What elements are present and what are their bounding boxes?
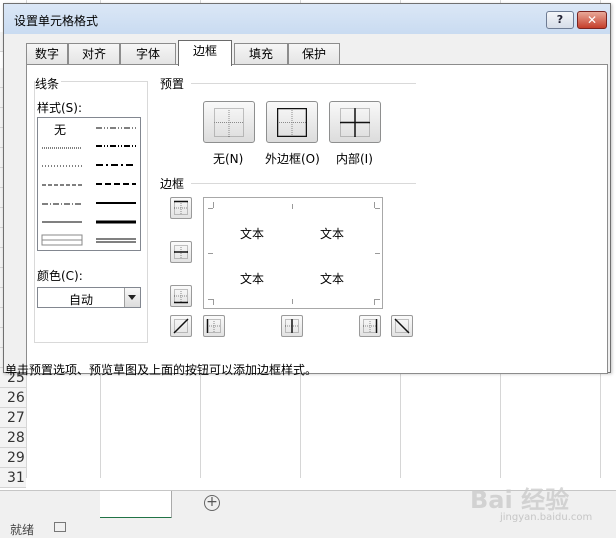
line-group-title: 线条	[35, 75, 62, 92]
preview-corner	[375, 208, 380, 209]
help-button[interactable]: ?	[546, 11, 574, 29]
preset-inside-button[interactable]	[329, 101, 381, 143]
active-sheet-tab[interactable]	[100, 491, 172, 519]
border-diagonal-down-icon	[394, 318, 410, 334]
border-group-title: 边框	[160, 177, 185, 191]
preview-text: 文本	[240, 272, 265, 286]
group-divider	[191, 83, 416, 84]
hint-text: 单击预置选项、预览草图及上面的按钮可以添加边框样式。	[5, 363, 318, 377]
style-label: 样式(S):	[37, 101, 83, 115]
macro-record-icon[interactable]	[54, 522, 66, 532]
color-dropdown[interactable]: 自动	[37, 287, 141, 308]
border-inside-vertical-icon	[285, 319, 299, 333]
preview-corner	[208, 208, 213, 209]
chevron-down-icon	[128, 295, 136, 300]
watermark-logo: Bai 经验	[470, 486, 570, 514]
format-cells-dialog: 设置单元格格式 ? ✕ 数字 对齐 字体 边框 填充 保护 线条 样式(S): …	[3, 3, 611, 377]
border-diagonal-up-button[interactable]	[170, 315, 192, 337]
border-right-icon	[363, 319, 378, 333]
tab-border[interactable]: 边框	[178, 40, 232, 66]
preset-none-icon	[214, 108, 244, 137]
dialog-titlebar[interactable]: 设置单元格格式 ? ✕	[4, 4, 610, 34]
preview-text: 文本	[320, 227, 345, 241]
add-sheet-button[interactable]: +	[204, 495, 220, 511]
border-inside-horizontal-button[interactable]	[170, 241, 192, 263]
dropdown-button[interactable]	[124, 288, 140, 307]
tab-number[interactable]: 数字	[26, 43, 68, 65]
preview-text: 文本	[240, 227, 265, 241]
preview-tick	[208, 253, 213, 254]
preview-corner	[213, 202, 214, 208]
preview-tick	[292, 299, 293, 304]
tab-font[interactable]: 字体	[120, 43, 176, 65]
preview-text: 文本	[320, 272, 345, 286]
preset-none-button[interactable]	[203, 101, 255, 143]
row-header[interactable]: 27	[0, 408, 26, 428]
color-value: 自动	[68, 293, 93, 307]
border-left-button[interactable]	[203, 315, 225, 337]
row-header[interactable]: 31	[0, 468, 26, 488]
border-right-button[interactable]	[359, 315, 381, 337]
line-style-none[interactable]: 无	[54, 121, 66, 138]
preset-outline-button[interactable]	[266, 101, 318, 143]
tab-alignment[interactable]: 对齐	[68, 43, 120, 65]
row-header[interactable]: 28	[0, 428, 26, 448]
watermark-url: jingyan.baidu.com	[500, 512, 593, 523]
border-left-icon	[206, 319, 221, 333]
dialog-title: 设置单元格格式	[14, 14, 99, 28]
preview-tick	[292, 204, 293, 209]
preview-corner	[374, 299, 375, 305]
preview-corner	[374, 202, 375, 208]
preset-outline-label[interactable]: 外边框(O)	[265, 150, 320, 167]
row-header[interactable]: 26	[0, 388, 26, 408]
status-text: 就绪	[10, 523, 35, 537]
preview-tick	[375, 253, 380, 254]
border-top-icon	[174, 200, 188, 215]
border-bottom-icon	[174, 289, 188, 304]
preset-inside-icon	[340, 108, 370, 137]
border-preview[interactable]: 文本 文本 文本 文本	[203, 197, 383, 309]
preview-corner	[213, 299, 214, 305]
preset-inside-label[interactable]: 内部(I)	[336, 150, 373, 167]
group-divider	[191, 183, 416, 184]
color-label: 颜色(C):	[37, 269, 83, 283]
border-top-button[interactable]	[170, 197, 192, 219]
border-bottom-button[interactable]	[170, 285, 192, 307]
border-diagonal-down-button[interactable]	[391, 315, 413, 337]
presets-group-title: 预置	[160, 77, 185, 91]
border-inside-vertical-button[interactable]	[281, 315, 303, 337]
tab-fill[interactable]: 填充	[234, 43, 288, 65]
line-style-list[interactable]: 无	[37, 117, 141, 251]
close-button[interactable]: ✕	[577, 11, 607, 29]
preview-corner	[375, 299, 380, 300]
preset-none-label[interactable]: 无(N)	[213, 150, 243, 167]
row-header[interactable]: 29	[0, 448, 26, 468]
tab-protection[interactable]: 保护	[288, 43, 340, 65]
border-tab-panel: 线条 样式(S): 无 颜色(C): 自动 预置 无(N) 外边框(O) 内部(…	[5, 64, 608, 377]
preset-outline-icon	[277, 108, 307, 137]
border-inside-horizontal-icon	[174, 245, 188, 259]
border-diagonal-up-icon	[173, 318, 189, 334]
